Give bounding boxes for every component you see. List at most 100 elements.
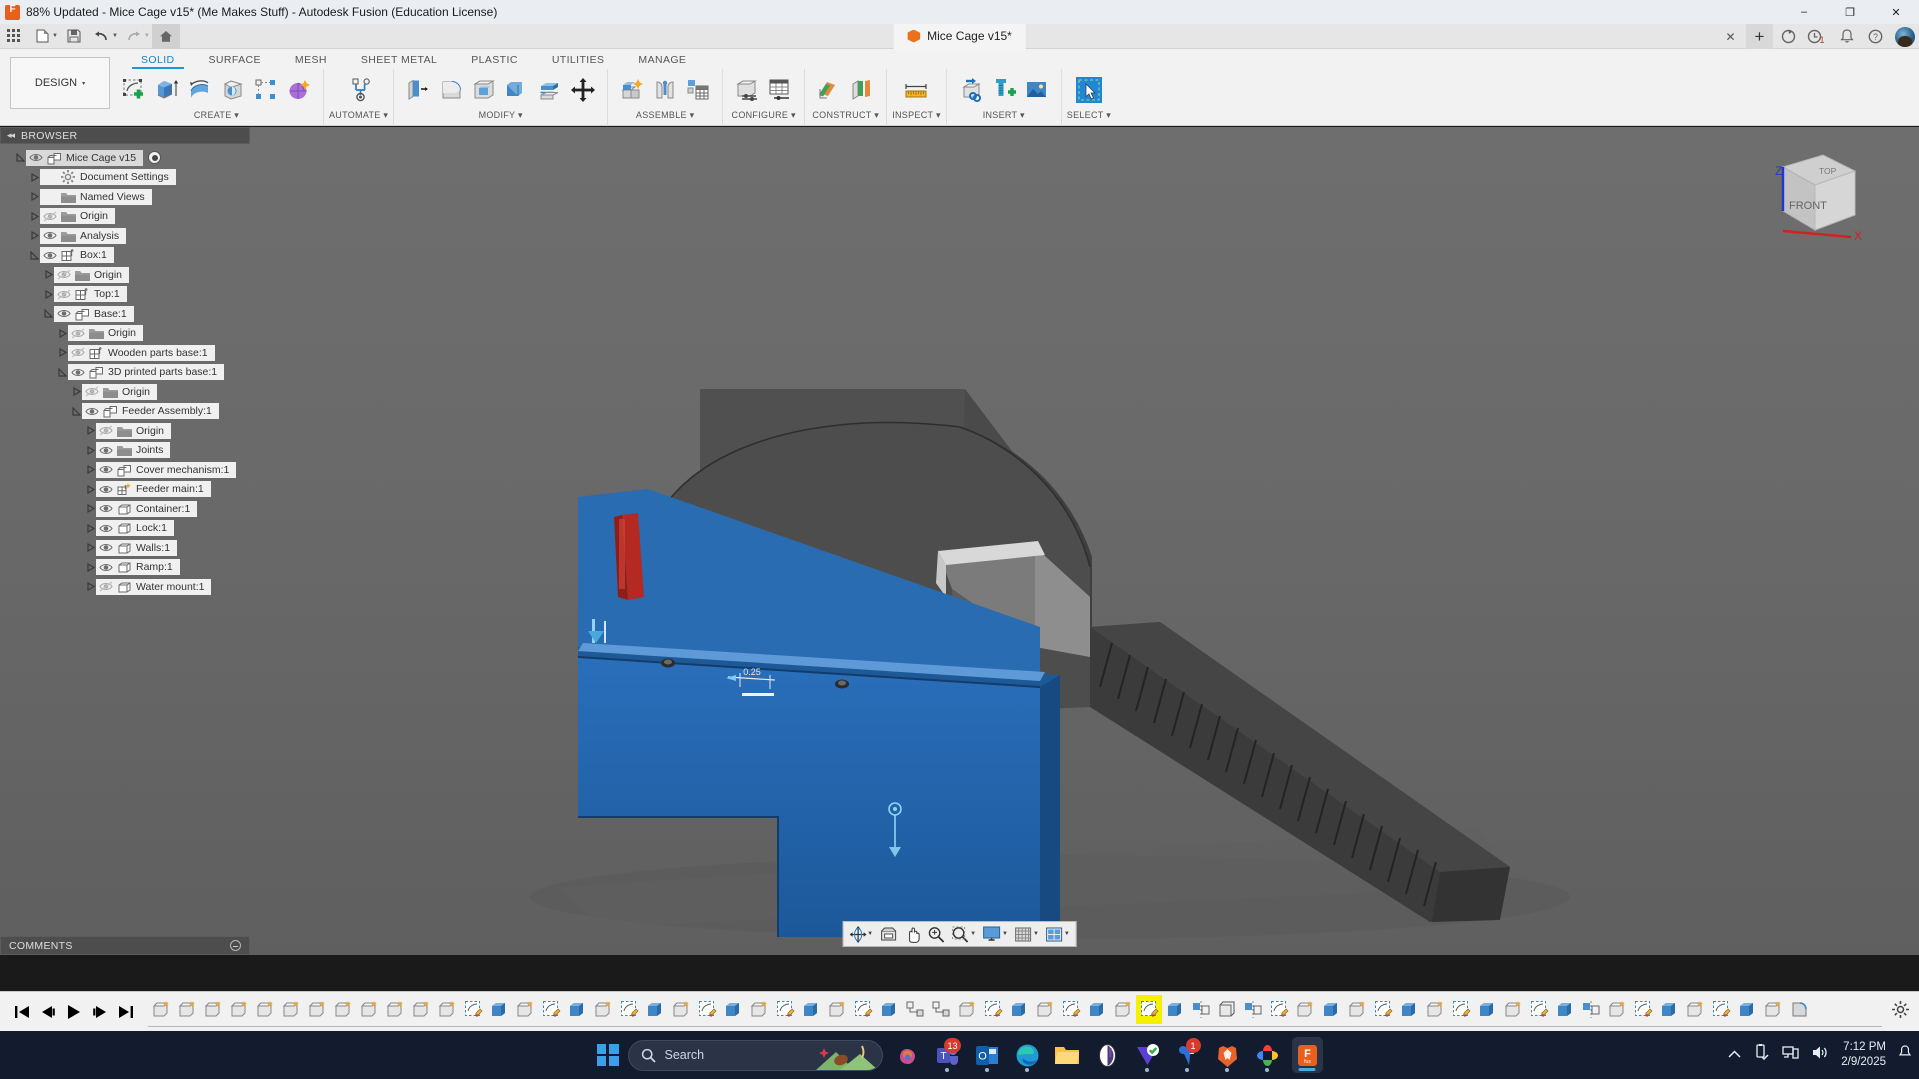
browser-item-expander[interactable]	[42, 285, 54, 304]
tab-sheet-metal[interactable]: SHEET METAL	[344, 54, 454, 69]
job-status-button[interactable]: 1	[1804, 24, 1831, 49]
panel-modify-label[interactable]: MODIFY ▾	[479, 110, 523, 121]
browser-item-chip[interactable]: Cover mechanism:1	[96, 461, 237, 478]
extrude-icon[interactable]	[152, 75, 182, 105]
visibility-hidden-icon[interactable]	[71, 346, 85, 359]
go-to-beginning-button[interactable]	[14, 1005, 30, 1019]
visibility-visible-icon[interactable]	[71, 366, 85, 379]
refresh-button[interactable]	[1775, 24, 1802, 49]
timeline-feature-component[interactable]	[746, 995, 772, 1024]
copilot-icon[interactable]	[892, 1037, 923, 1073]
look-at-button[interactable]	[877, 923, 901, 945]
wunderlist-icon[interactable]: 1 1	[1172, 1037, 1203, 1073]
browser-item-expander[interactable]	[28, 168, 40, 187]
panel-inspect-label[interactable]: INSPECT ▾	[892, 110, 941, 121]
browser-item-water-mount-1[interactable]: Water mount:1	[0, 577, 250, 597]
browser-item-expander[interactable]	[28, 207, 40, 226]
tab-surface[interactable]: SURFACE	[192, 54, 278, 69]
browser-item-expander[interactable]	[28, 246, 40, 265]
redo-caret-icon[interactable]: ▼	[144, 33, 150, 39]
visibility-visible-icon[interactable]	[99, 541, 113, 554]
form-icon[interactable]	[284, 75, 314, 105]
browser-item-expander[interactable]	[84, 480, 96, 499]
undo-caret-icon[interactable]: ▼	[112, 33, 118, 39]
timeline-feature-component[interactable]	[1110, 995, 1136, 1024]
visibility-hidden-icon[interactable]	[57, 288, 71, 301]
browser-item-feeder-main-1[interactable]: Feeder main:1	[0, 480, 250, 500]
timeline-feature-component[interactable]	[1604, 995, 1630, 1024]
browser-item-wooden-parts-base-1[interactable]: Wooden parts base:1	[0, 343, 250, 363]
save-button[interactable]	[60, 24, 88, 49]
combine-icon[interactable]	[502, 75, 532, 105]
timeline-feature-sketch[interactable]	[1448, 995, 1474, 1024]
volume-icon[interactable]	[1812, 1045, 1828, 1065]
onenote-icon[interactable]	[1092, 1037, 1123, 1073]
browser-item-expander[interactable]	[14, 148, 26, 167]
timeline-feature-sketch[interactable]	[694, 995, 720, 1024]
measure-icon[interactable]	[901, 75, 931, 105]
outlook-icon[interactable]: O	[972, 1037, 1003, 1073]
timeline-feature-sketch[interactable]	[1058, 995, 1084, 1024]
browser-item-radio[interactable]	[148, 151, 162, 165]
browser-item-container-1[interactable]: Container:1	[0, 499, 250, 519]
timeline-feature-component[interactable]	[148, 995, 174, 1024]
browser-item-walls-1[interactable]: Walls:1	[0, 538, 250, 558]
expander-expanded-icon[interactable]	[43, 309, 53, 318]
timeline-feature-extrude[interactable]	[1318, 995, 1344, 1024]
timeline-feature-component[interactable]	[1682, 995, 1708, 1024]
browser-item-origin[interactable]: Origin	[0, 421, 250, 441]
browser-item-chip[interactable]: Water mount:1	[96, 578, 212, 595]
home-button[interactable]	[151, 23, 180, 49]
go-to-end-button[interactable]	[118, 1005, 134, 1019]
new-component-icon[interactable]	[617, 75, 647, 105]
timeline-feature-component[interactable]	[330, 995, 356, 1024]
comments-collapse-icon[interactable]	[230, 940, 241, 951]
app-grid-button[interactable]	[0, 24, 28, 49]
browser-item-feeder-assembly-1[interactable]: Feeder Assembly:1	[0, 402, 250, 422]
timeline-feature-sketch[interactable]	[460, 995, 486, 1024]
comments-panel[interactable]: COMMENTS	[0, 936, 250, 955]
timeline-feature-component[interactable]	[1292, 995, 1318, 1024]
taskbar-search-box[interactable]: Search	[627, 1039, 883, 1071]
usb-safely-remove-icon[interactable]	[1754, 1044, 1769, 1066]
zoom-button[interactable]	[925, 923, 948, 945]
browser-item-chip[interactable]: Container:1	[96, 500, 198, 517]
network-icon[interactable]	[1782, 1045, 1799, 1065]
insert-image-icon[interactable]	[1022, 75, 1052, 105]
timeline-feature-component[interactable]	[252, 995, 278, 1024]
edge-icon[interactable]	[1012, 1037, 1043, 1073]
browser-item-chip[interactable]: Origin	[82, 383, 158, 400]
visibility-hidden-icon[interactable]	[99, 424, 113, 437]
browser-item-expander[interactable]	[84, 519, 96, 538]
browser-item-expander[interactable]	[56, 363, 68, 382]
panel-construct-label[interactable]: CONSTRUCT ▾	[812, 110, 879, 121]
tab-utilities[interactable]: UTILITIES	[535, 54, 622, 69]
start-button[interactable]	[596, 1044, 619, 1066]
timeline-feature-shell[interactable]	[1214, 995, 1240, 1024]
browser-item-mice-cage-v15[interactable]: Mice Cage v15	[0, 148, 250, 168]
browser-item-expander[interactable]	[42, 304, 54, 323]
expander-collapsed-icon[interactable]	[30, 192, 39, 202]
timeline-feature-component[interactable]	[226, 995, 252, 1024]
maximize-button[interactable]: ❐	[1827, 0, 1873, 24]
panel-insert-label[interactable]: INSERT ▾	[983, 110, 1025, 121]
account-avatar[interactable]	[1895, 26, 1915, 47]
browser-item-expander[interactable]	[84, 538, 96, 557]
timeline-feature-extrude[interactable]	[1396, 995, 1422, 1024]
expander-collapsed-icon[interactable]	[86, 504, 95, 514]
browser-item-chip[interactable]: Joints	[96, 442, 171, 459]
notification-center-button[interactable]	[1898, 1045, 1912, 1065]
browser-item-expander[interactable]	[56, 324, 68, 343]
visibility-hidden-icon[interactable]	[85, 385, 99, 398]
display-settings-button[interactable]: ▼	[980, 923, 1011, 945]
fit-caret-icon[interactable]: ▼	[970, 931, 976, 937]
timeline-feature-joint[interactable]	[928, 995, 954, 1024]
clock[interactable]: 7:12 PM 2/9/2025	[1841, 1040, 1886, 1070]
viewports-caret-icon[interactable]: ▼	[1064, 931, 1070, 937]
timeline-feature-sketch[interactable]	[1136, 994, 1162, 1024]
timeline-feature-extrude[interactable]	[1474, 995, 1500, 1024]
browser-item-chip[interactable]: Walls:1	[96, 539, 178, 556]
browser-item-chip[interactable]: 3D printed parts base:1	[68, 364, 225, 381]
browser-item-chip[interactable]: Base:1	[54, 305, 134, 322]
expander-collapsed-icon[interactable]	[86, 543, 95, 553]
